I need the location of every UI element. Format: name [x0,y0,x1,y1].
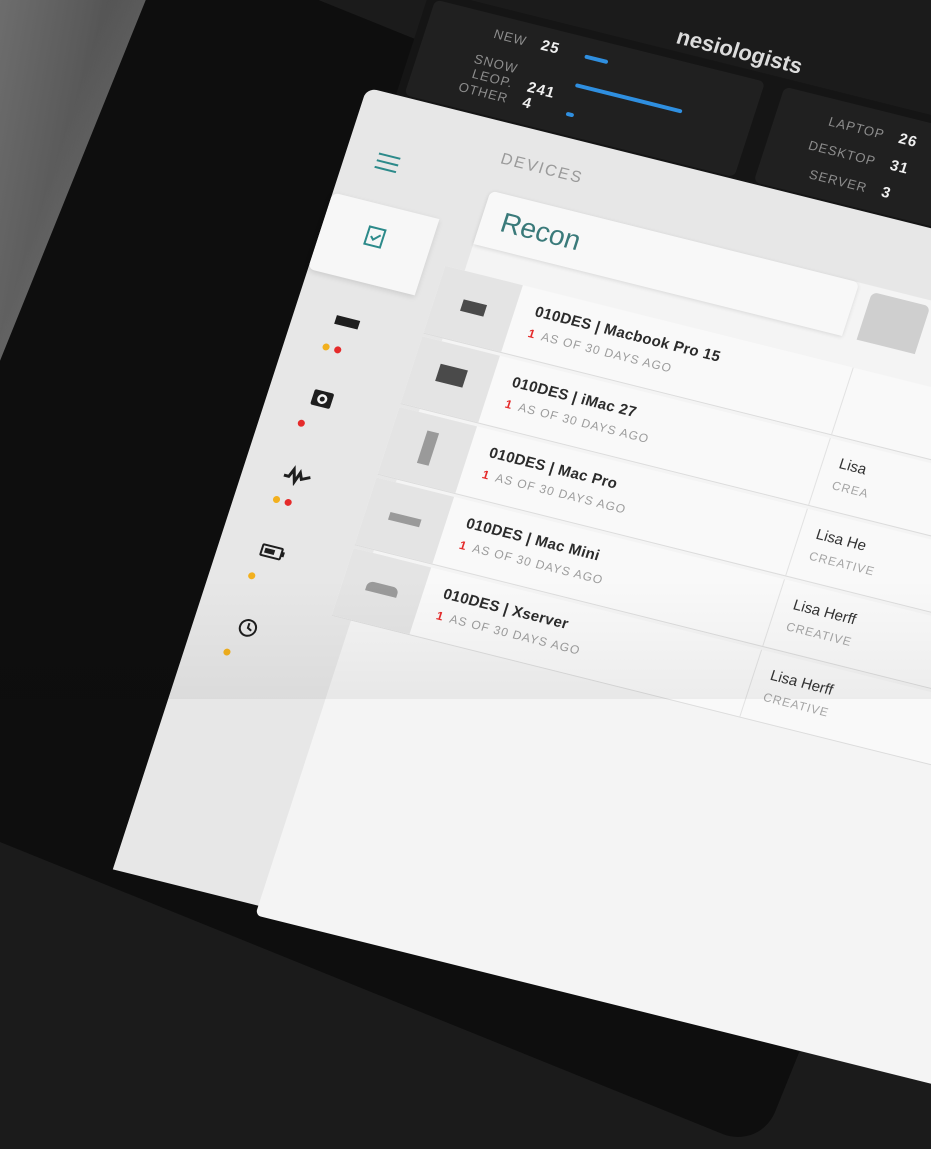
laptop-icon [460,299,488,317]
warning-dot [272,495,281,504]
owner-name: Lisa [836,455,869,479]
battery-icon [259,543,285,561]
device-thumbnail [400,336,500,423]
camera-icon [310,389,334,409]
sidebar-item-checklist[interactable] [307,192,440,296]
owner-dept: CREATIVE [807,548,877,579]
app-stage: nesiologists NEW 25 SNOW LEOP. 241 OTHER… [112,0,931,1100]
warning-dot [247,571,257,580]
stat-label: SERVER [807,166,870,196]
device-thumbnail [331,548,432,635]
list-icon[interactable] [374,152,401,174]
checklist-icon [363,225,387,249]
status-dots [270,490,299,513]
stat-bar [565,111,575,118]
stat-value: 4 [520,94,535,113]
alert-count: 1 [503,396,516,413]
warning-dot [321,342,331,352]
status-dots [246,566,263,586]
stat-bar [584,54,609,65]
device-thumbnail [423,265,523,352]
alert-dot [283,498,293,507]
imac-icon [435,363,468,388]
stat-bar [574,83,683,114]
tablet-screen: nesiologists NEW 25 SNOW LEOP. 241 OTHER… [0,0,931,1100]
laptop-icon [334,315,361,330]
owner-dept: CREA [830,478,871,501]
status-dots [221,642,238,662]
stat-value: 31 [887,156,912,178]
warning-dot [222,647,232,657]
status-dots [295,413,312,433]
page-title: DEVICES [498,150,586,188]
stat-value: 26 [896,130,920,152]
tower-icon [416,430,440,466]
stat-label: DESKTOP [806,137,879,169]
alert-count: 1 [480,467,493,483]
stat-label: LAPTOP [826,113,887,142]
device-thumbnail [354,477,455,564]
alert-count: 1 [457,537,470,554]
alert-dot [296,419,306,428]
device-thumbnail [377,406,478,494]
mini-icon [387,511,422,528]
alert-count: 1 [434,608,447,624]
activity-icon [283,465,311,487]
clock-icon [238,619,258,637]
stat-value: 25 [538,36,563,58]
server-icon [365,580,400,598]
tab-secondary[interactable] [856,291,931,355]
stat-value: 3 [879,183,894,203]
stat-label: NEW [491,26,529,49]
alert-count: 1 [526,326,538,342]
alert-dot [333,345,343,355]
tab-label: Recon [496,206,585,257]
status-dots [320,337,349,360]
owner-name: Lisa He [813,526,869,555]
